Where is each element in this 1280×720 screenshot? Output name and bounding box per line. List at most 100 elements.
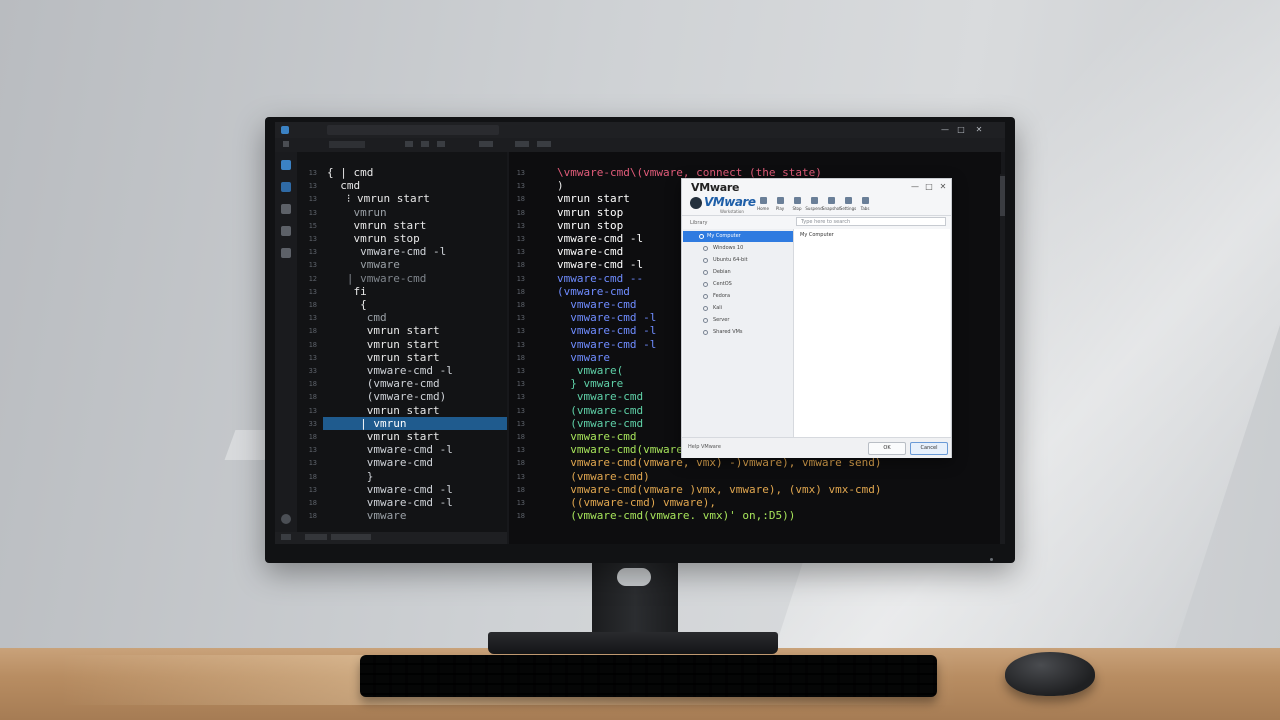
code-line[interactable]: vmware bbox=[557, 351, 610, 364]
tree-item[interactable]: Kali bbox=[683, 303, 793, 314]
code-line[interactable]: vmware-cmd -l bbox=[327, 496, 453, 509]
vm-icon bbox=[703, 306, 708, 311]
toolbar-icon-6[interactable] bbox=[537, 141, 551, 147]
code-line[interactable]: vmware-cmd -l bbox=[557, 258, 643, 271]
code-line[interactable]: { | cmd bbox=[327, 166, 373, 179]
code-line[interactable]: vmware-cmd bbox=[557, 390, 643, 403]
status-icon[interactable] bbox=[281, 534, 291, 540]
toolbar-button-settings[interactable]: Settings bbox=[839, 197, 857, 211]
toolbar-icon-5[interactable] bbox=[515, 141, 529, 147]
menu-icon[interactable] bbox=[283, 141, 289, 147]
code-line[interactable]: vmware-cmd(vmware, vmx) -)vmware), vmwar… bbox=[557, 456, 881, 469]
code-line[interactable]: vmware( bbox=[557, 364, 623, 377]
main-pane-item[interactable]: My Computer bbox=[800, 232, 834, 238]
code-line[interactable]: vmware-cmd bbox=[557, 298, 636, 311]
code-line[interactable]: vmware-cmd -- bbox=[557, 272, 643, 285]
code-line[interactable]: vmrun start bbox=[327, 351, 440, 364]
code-line[interactable]: (vmware-cmd) bbox=[557, 470, 649, 483]
code-line[interactable]: vmrun stop bbox=[557, 219, 623, 232]
tree-item[interactable]: Fedora bbox=[683, 291, 793, 302]
code-line[interactable]: vmrun start bbox=[557, 192, 630, 205]
code-line[interactable]: vmware bbox=[327, 258, 400, 271]
code-line[interactable]: vmware-cmd(vmware )vmx, vmware), (vmx) v… bbox=[557, 483, 881, 496]
toolbar-icon-4[interactable] bbox=[479, 141, 493, 147]
scrollbar-thumb[interactable] bbox=[1000, 176, 1005, 216]
toolbar-button-play[interactable]: Play bbox=[771, 197, 789, 211]
code-line[interactable]: vmrun stop bbox=[557, 206, 623, 219]
code-line[interactable]: } bbox=[327, 470, 374, 483]
code-line[interactable]: vmrun bbox=[327, 206, 386, 219]
code-line[interactable]: (vmware-cmd bbox=[557, 417, 643, 430]
code-line[interactable]: (vmware-cmd bbox=[557, 285, 630, 298]
tree-item[interactable]: My Computer bbox=[683, 231, 793, 242]
toolbar-icon-1[interactable] bbox=[405, 141, 413, 147]
status-item[interactable] bbox=[305, 534, 327, 540]
search-icon[interactable] bbox=[281, 182, 291, 192]
code-line[interactable]: ⁝ vmrun start bbox=[327, 192, 430, 205]
code-line[interactable]: vmware-cmd -l bbox=[327, 443, 453, 456]
code-line[interactable]: vmware-cmd -l bbox=[557, 324, 656, 337]
code-line[interactable]: | vmware-cmd bbox=[327, 272, 426, 285]
tree-item[interactable]: Server bbox=[683, 315, 793, 326]
code-line[interactable]: vmrun stop bbox=[327, 232, 419, 245]
code-line[interactable]: vmware-cmd bbox=[327, 456, 433, 469]
tree-item[interactable]: Debian bbox=[683, 267, 793, 278]
maximize-button[interactable]: □ bbox=[955, 124, 967, 136]
code-line[interactable]: vmware bbox=[327, 509, 407, 522]
code-line[interactable]: cmd bbox=[327, 179, 360, 192]
toolbar-field[interactable] bbox=[329, 141, 365, 148]
source-control-icon[interactable] bbox=[281, 204, 291, 214]
code-line[interactable]: vmrun start bbox=[327, 338, 440, 351]
code-line[interactable]: vmrun start bbox=[327, 430, 440, 443]
extensions-icon[interactable] bbox=[281, 248, 291, 258]
tab-file-1[interactable] bbox=[327, 125, 391, 135]
dialog-minimize-button[interactable]: — bbox=[910, 182, 920, 191]
toolbar-icon-3[interactable] bbox=[437, 141, 445, 147]
code-line[interactable]: { bbox=[327, 298, 367, 311]
code-line[interactable]: vmware-cmd bbox=[557, 245, 623, 258]
tab-file-2[interactable] bbox=[387, 125, 499, 135]
code-line[interactable]: cmd bbox=[327, 311, 387, 324]
code-line[interactable]: vmware-cmd -l bbox=[557, 232, 643, 245]
code-line[interactable]: (vmware-cmd bbox=[327, 377, 440, 390]
vertical-scrollbar[interactable] bbox=[1000, 174, 1005, 544]
code-line[interactable]: } vmware bbox=[557, 377, 623, 390]
code-line[interactable]: vmrun start bbox=[327, 324, 440, 337]
code-line[interactable]: (vmware-cmd(vmware. vmx)' on,:D5)) bbox=[557, 509, 795, 522]
toolbar-button-tabs[interactable]: Tabs bbox=[856, 197, 874, 211]
status-item[interactable] bbox=[331, 534, 371, 540]
code-line[interactable]: vmware-cmd bbox=[557, 430, 636, 443]
code-line[interactable]: ((vmware-cmd) vmware), bbox=[557, 496, 716, 509]
dialog-close-button[interactable]: ✕ bbox=[938, 182, 948, 191]
code-line[interactable]: vmware-cmd -l bbox=[327, 245, 446, 258]
code-line[interactable]: vmware-cmd -l bbox=[327, 364, 453, 377]
close-button[interactable]: ✕ bbox=[973, 124, 985, 136]
search-input[interactable]: Type here to search bbox=[796, 217, 946, 226]
tree-item[interactable]: Shared VMs bbox=[683, 327, 793, 338]
toolbar-button-home[interactable]: Home bbox=[754, 197, 772, 211]
toolbar-button-suspend[interactable]: Suspend bbox=[805, 197, 823, 211]
toolbar-button-snapshot[interactable]: Snapshot bbox=[822, 197, 841, 211]
toolbar-icon-2[interactable] bbox=[421, 141, 429, 147]
tree-item[interactable]: CentOS bbox=[683, 279, 793, 290]
explorer-icon[interactable] bbox=[281, 160, 291, 170]
code-line[interactable]: | vmrun bbox=[327, 417, 406, 430]
tree-item[interactable]: Ubuntu 64-bit bbox=[683, 255, 793, 266]
debug-icon[interactable] bbox=[281, 226, 291, 236]
toolbar-button-stop[interactable]: Stop bbox=[788, 197, 806, 211]
code-line[interactable]: vmrun start bbox=[327, 404, 440, 417]
dialog-maximize-button[interactable]: □ bbox=[924, 182, 934, 191]
cancel-button[interactable]: Cancel bbox=[910, 442, 948, 455]
code-line[interactable]: (vmware-cmd) bbox=[327, 390, 446, 403]
code-line[interactable]: fi bbox=[327, 285, 366, 298]
tree-item[interactable]: Windows 10 bbox=[683, 243, 793, 254]
ok-button[interactable]: OK bbox=[868, 442, 906, 455]
code-line[interactable]: vmware-cmd -l bbox=[557, 311, 656, 324]
settings-icon[interactable] bbox=[281, 514, 291, 524]
code-line[interactable]: vmware-cmd -l bbox=[327, 483, 453, 496]
code-line[interactable]: (vmware-cmd bbox=[557, 404, 643, 417]
code-line[interactable]: vmrun start bbox=[327, 219, 426, 232]
code-line[interactable]: ) bbox=[557, 179, 564, 192]
code-line[interactable]: vmware-cmd -l bbox=[557, 338, 656, 351]
minimize-button[interactable]: — bbox=[939, 124, 951, 136]
